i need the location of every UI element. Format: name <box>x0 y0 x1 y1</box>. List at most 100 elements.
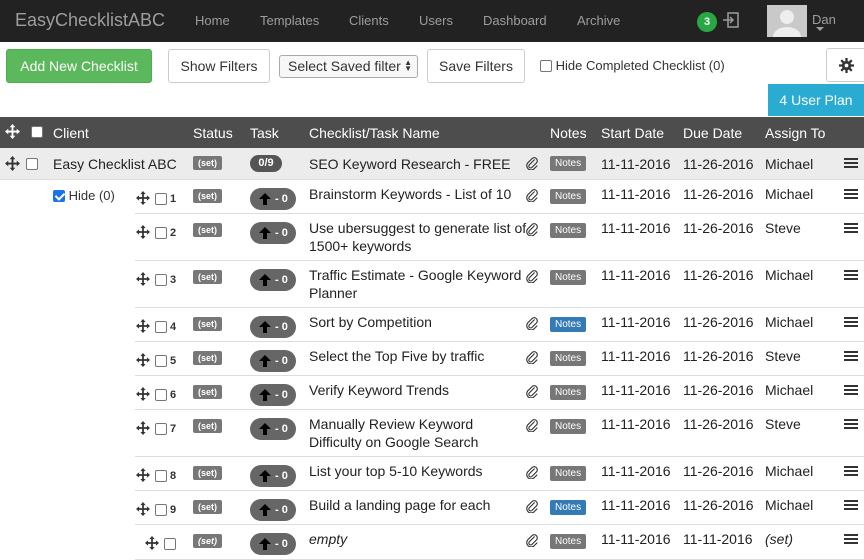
notes-badge[interactable]: Notes <box>550 317 587 332</box>
col-name[interactable]: Checklist/Task Name <box>309 125 440 141</box>
task-progress-pill[interactable]: - 0 <box>250 350 296 372</box>
col-notes[interactable]: Notes <box>550 125 587 141</box>
settings-button[interactable] <box>826 48 864 82</box>
paperclip-icon[interactable] <box>525 188 539 202</box>
notes-badge[interactable]: Notes <box>550 385 587 400</box>
task-checkbox[interactable] <box>155 389 167 401</box>
paperclip-icon[interactable] <box>525 316 539 330</box>
list-icon[interactable] <box>844 385 858 397</box>
assignee[interactable]: Michael <box>765 155 813 173</box>
save-filters-button[interactable]: Save Filters <box>427 49 525 83</box>
list-icon[interactable] <box>844 317 858 329</box>
col-task[interactable]: Task <box>250 125 279 141</box>
col-start-date[interactable]: Start Date <box>601 125 664 141</box>
paperclip-icon[interactable] <box>525 350 539 364</box>
move-icon[interactable] <box>136 468 150 482</box>
task-row[interactable]: 9 (set) - 0 Build a landing page for eac… <box>0 491 864 525</box>
paperclip-icon[interactable] <box>525 222 539 236</box>
list-icon[interactable] <box>844 158 858 170</box>
nav-dashboard[interactable]: Dashboard <box>483 13 547 28</box>
task-row[interactable]: 6 (set) - 0 Verify Keyword Trends Notes … <box>0 376 864 410</box>
nav-archive[interactable]: Archive <box>577 13 620 28</box>
col-due-date[interactable]: Due Date <box>683 125 742 141</box>
notes-badge[interactable]: Notes <box>550 189 587 204</box>
client-name[interactable]: Easy Checklist ABC <box>53 155 177 173</box>
paperclip-icon[interactable] <box>525 533 539 547</box>
notes-badge[interactable]: Notes <box>550 223 587 238</box>
paperclip-icon[interactable] <box>525 156 539 170</box>
user-plan-button[interactable]: 4 User Plan <box>768 84 864 116</box>
task-row[interactable]: 2 (set) - 0 Use ubersuggest to generate … <box>0 214 864 261</box>
move-icon[interactable] <box>136 272 150 286</box>
assignee[interactable]: Michael <box>765 496 813 514</box>
due-date[interactable]: 11-26-2016 <box>683 415 754 433</box>
task-progress-pill[interactable]: - 0 <box>250 222 296 244</box>
paperclip-icon[interactable] <box>525 465 539 479</box>
paperclip-icon[interactable] <box>525 269 539 283</box>
assignee[interactable]: Michael <box>765 462 813 480</box>
move-icon[interactable] <box>136 191 150 205</box>
due-date[interactable]: 11-26-2016 <box>683 219 754 237</box>
task-name[interactable]: Verify Keyword Trends <box>309 381 449 399</box>
status-badge[interactable]: (set) <box>193 189 223 203</box>
task-progress-pill[interactable]: - 0 <box>250 499 296 521</box>
col-assign-to[interactable]: Assign To <box>765 125 825 141</box>
start-date[interactable]: 11-11-2016 <box>601 530 671 548</box>
checklist-row[interactable]: Easy Checklist ABC (set) SEO Keyword Res… <box>0 148 864 180</box>
task-name[interactable]: Select the Top Five by traffic <box>309 347 484 365</box>
task-name[interactable]: Use ubersuggest to generate list of 1500… <box>309 219 526 255</box>
nav-clients[interactable]: Clients <box>349 13 389 28</box>
start-date[interactable]: 11-11-2016 <box>601 185 671 203</box>
move-icon[interactable] <box>136 353 150 367</box>
status-badge[interactable]: (set) <box>193 466 223 480</box>
status-badge[interactable]: (set) <box>193 419 223 433</box>
task-checkbox[interactable] <box>155 274 167 286</box>
paperclip-icon[interactable] <box>525 499 539 513</box>
col-status[interactable]: Status <box>193 125 233 141</box>
notes-badge[interactable]: Notes <box>550 534 587 549</box>
task-name[interactable]: Build a landing page for each <box>309 496 490 514</box>
row-checkbox[interactable] <box>26 158 38 170</box>
due-date[interactable]: 11-11-2016 <box>683 530 753 548</box>
move-icon[interactable] <box>145 536 159 550</box>
move-icon[interactable] <box>5 156 20 171</box>
select-all-checkbox[interactable] <box>31 126 43 138</box>
task-name[interactable]: Manually Review Keyword Difficulty on Go… <box>309 415 478 451</box>
checklist-name[interactable]: SEO Keyword Research - FREE <box>309 155 511 173</box>
status-badge[interactable]: (set) <box>193 223 223 237</box>
status-badge[interactable]: (set) <box>193 270 223 284</box>
task-name[interactable]: Sort by Competition <box>309 313 432 331</box>
task-row[interactable]: 1 (set) - 0 Brainstorm Keywords - List o… <box>0 180 864 214</box>
task-progress-pill[interactable]: - 0 <box>250 533 296 555</box>
move-all-icon[interactable] <box>5 124 20 139</box>
due-date[interactable]: 11-26-2016 <box>683 462 754 480</box>
task-checkbox[interactable] <box>155 423 167 435</box>
nav-home[interactable]: Home <box>195 13 230 28</box>
start-date[interactable]: 11-11-2016 <box>601 381 671 399</box>
task-progress-pill[interactable]: - 0 <box>250 465 296 487</box>
start-date[interactable]: 11-11-2016 <box>601 415 671 433</box>
task-progress-pill[interactable]: - 0 <box>250 418 296 440</box>
list-icon[interactable] <box>844 466 858 478</box>
nav-users[interactable]: Users <box>419 13 453 28</box>
hide-completed-checkbox[interactable] <box>540 60 552 72</box>
list-icon[interactable] <box>844 500 858 512</box>
task-row[interactable]: 5 (set) - 0 Select the Top Five by traff… <box>0 342 864 376</box>
task-row[interactable]: 8 (set) - 0 List your top 5-10 Keywords … <box>0 457 864 491</box>
task-progress-pill[interactable]: - 0 <box>250 188 296 210</box>
show-filters-button[interactable]: Show Filters <box>168 49 270 83</box>
assignee[interactable]: Michael <box>765 313 813 331</box>
list-icon[interactable] <box>844 419 858 431</box>
task-progress-pill[interactable]: - 0 <box>250 316 296 338</box>
due-date[interactable]: 11-26-2016 <box>683 313 754 331</box>
task-progress-pill[interactable]: - 0 <box>250 269 296 291</box>
assignee[interactable]: Michael <box>765 185 813 203</box>
due-date[interactable]: 11-26-2016 <box>683 496 754 514</box>
chevron-down-icon[interactable] <box>816 27 824 31</box>
list-icon[interactable] <box>844 351 858 363</box>
task-name[interactable]: Traffic Estimate - Google Keyword Planne… <box>309 266 521 302</box>
status-badge[interactable]: (set) <box>193 317 223 331</box>
task-checkbox[interactable] <box>155 227 167 239</box>
status-badge[interactable]: (set) <box>193 351 223 365</box>
start-date[interactable]: 11-11-2016 <box>601 155 671 173</box>
